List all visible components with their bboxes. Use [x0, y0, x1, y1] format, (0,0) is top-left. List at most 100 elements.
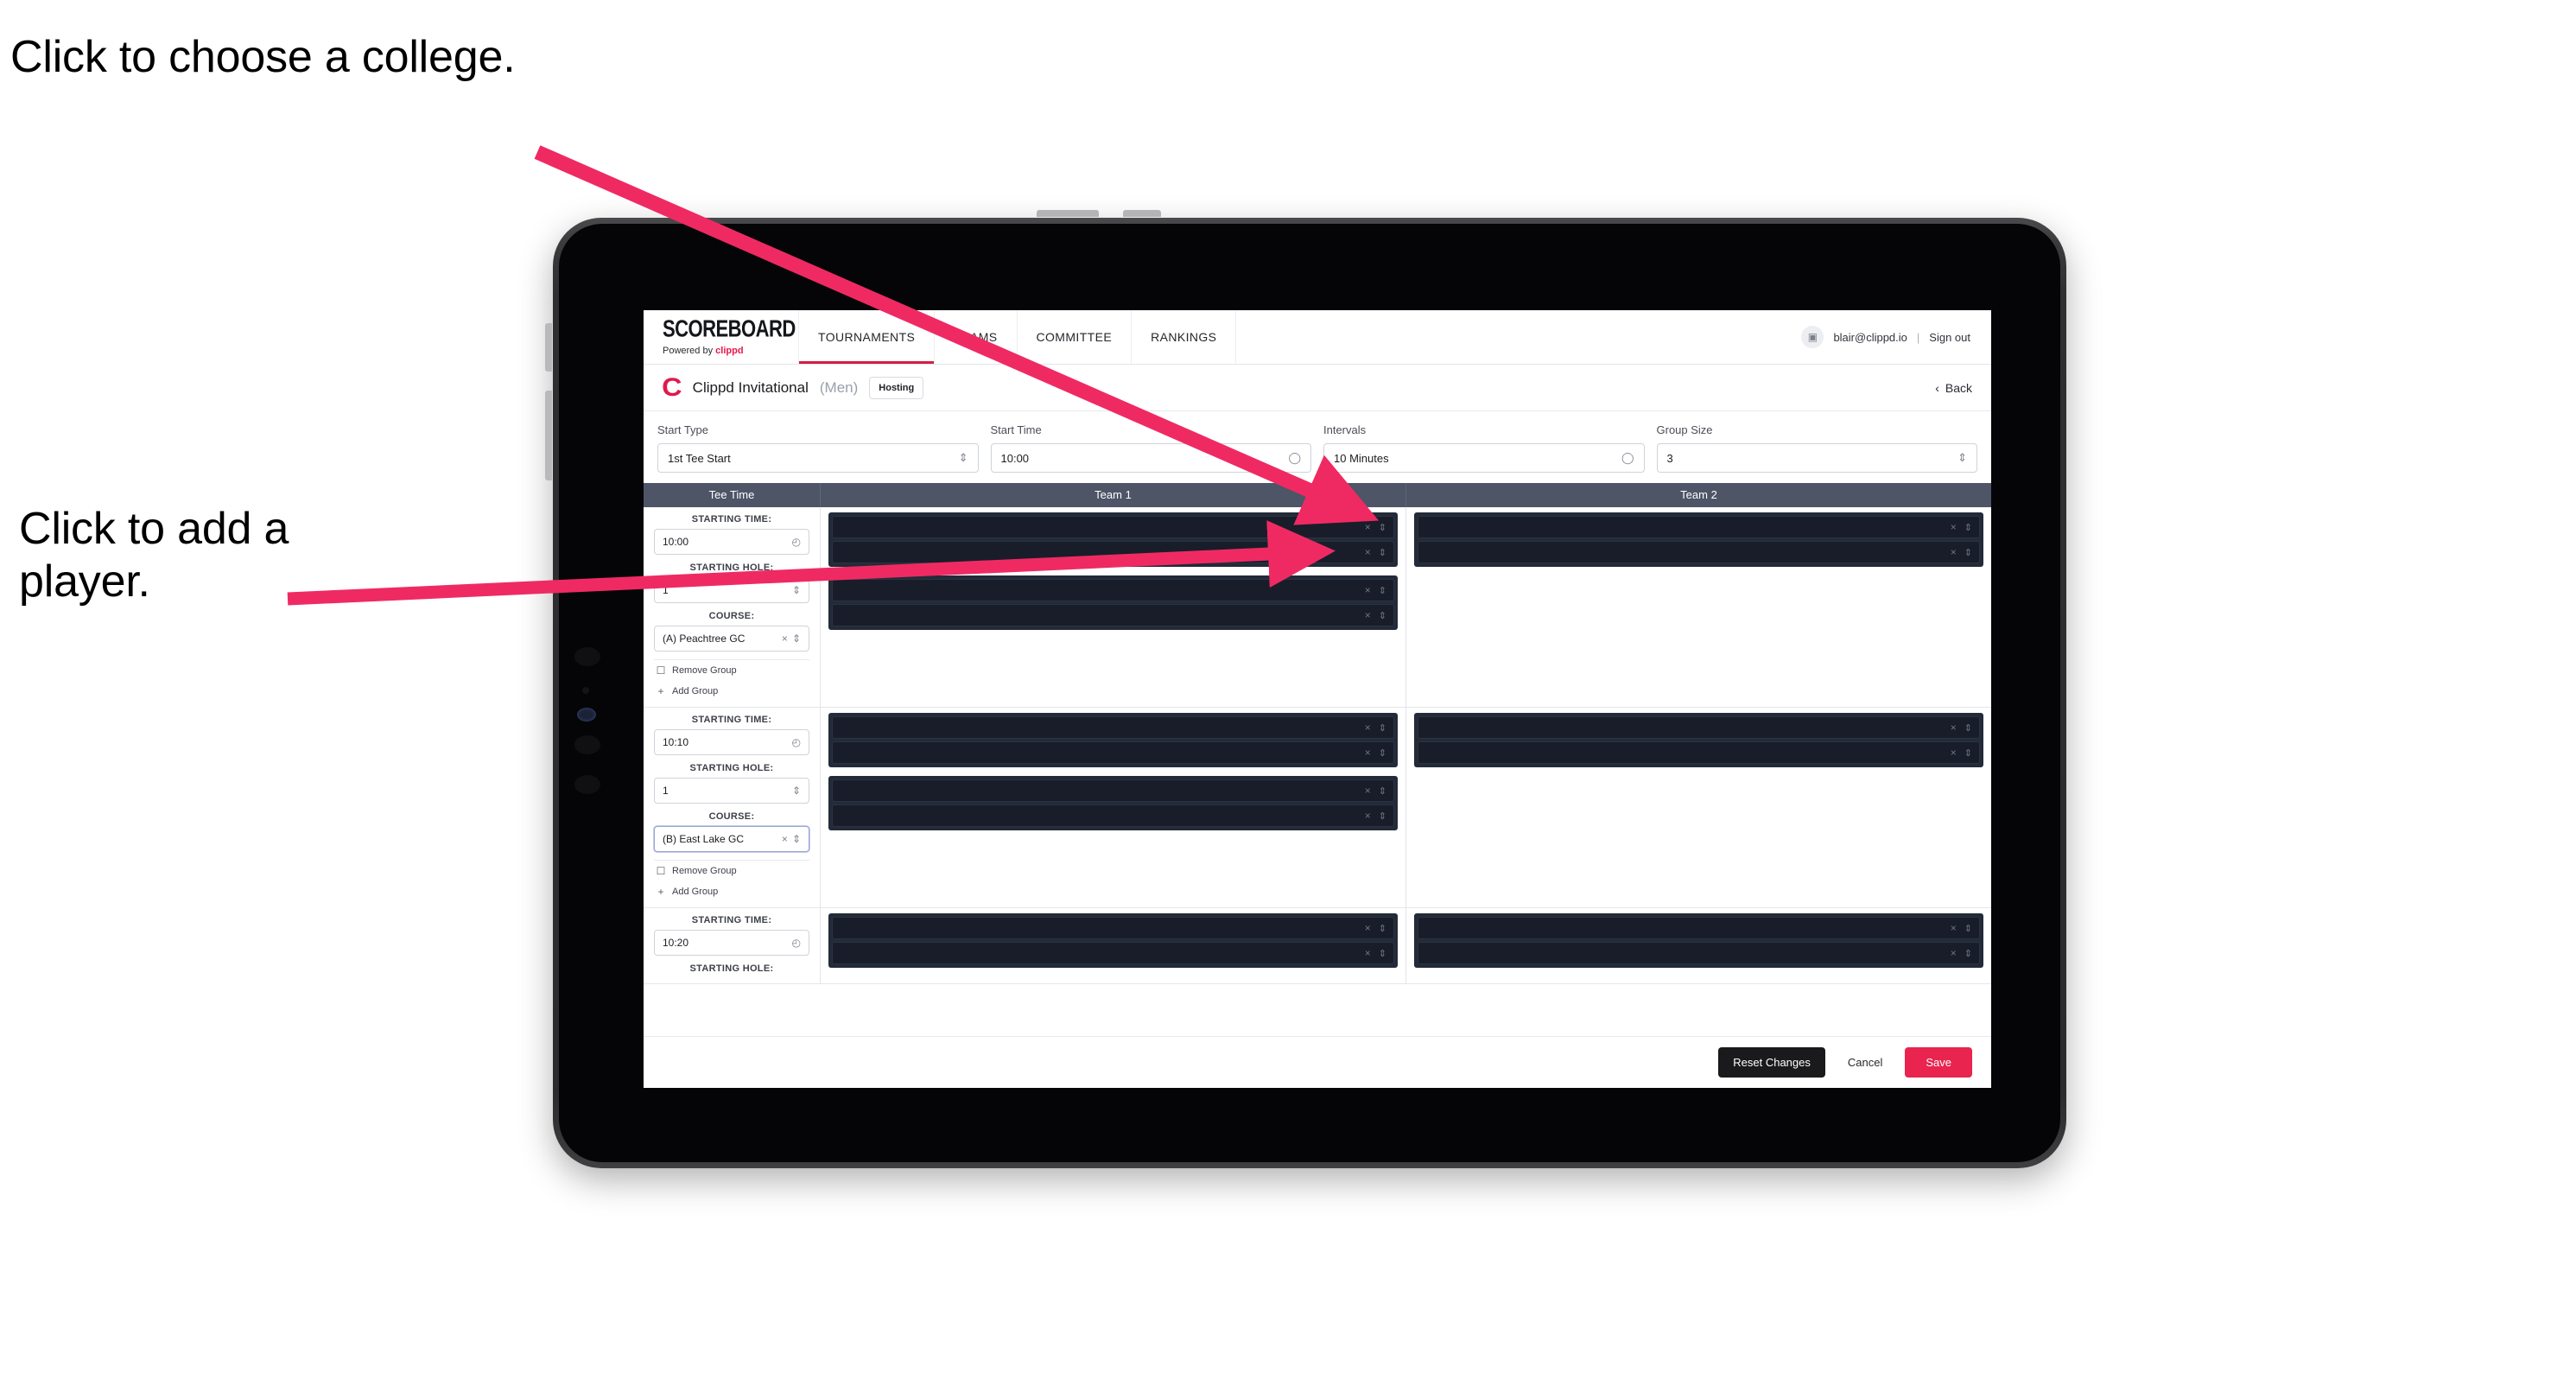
clear-icon[interactable]: × — [782, 833, 788, 845]
stepper-icon[interactable]: ⇕ — [1379, 747, 1386, 759]
nav-tab-committee[interactable]: COMMITTEE — [1018, 310, 1133, 364]
player-slot-row[interactable]: × ⇕ — [832, 942, 1394, 964]
stepper-icon[interactable]: ⇕ — [1379, 923, 1386, 934]
clear-icon[interactable]: × — [782, 633, 788, 645]
starting-time-input[interactable]: 10:00 ◴ — [654, 529, 809, 555]
starting-hole-input[interactable]: 1 ⇕ — [654, 778, 809, 804]
stepper-icon[interactable]: ⇕ — [792, 584, 801, 596]
tablet-top-button-power[interactable] — [1037, 210, 1099, 217]
player-slot-row[interactable]: × ⇕ — [832, 604, 1394, 626]
player-slot-row[interactable]: × ⇕ — [1418, 516, 1980, 538]
nav-tab-tournaments[interactable]: TOURNAMENTS — [799, 310, 936, 364]
player-slot-row[interactable]: × ⇕ — [1418, 541, 1980, 563]
remove-group-button[interactable]: ☐ Remove Group — [654, 659, 809, 681]
stepper-icon[interactable]: ⇕ — [1964, 923, 1972, 934]
stepper-icon[interactable]: ⇕ — [1964, 948, 1972, 959]
clear-icon[interactable]: × — [1365, 922, 1371, 934]
plus-icon: + — [657, 886, 664, 898]
nav-tab-rankings[interactable]: RANKINGS — [1132, 310, 1237, 364]
stepper-icon[interactable]: ⇕ — [1964, 722, 1972, 734]
schedule-settings-row: Start Type 1st Tee Start ⇕ Start Time 10… — [644, 411, 1991, 483]
stepper-icon[interactable]: ⇕ — [1379, 722, 1386, 734]
clear-icon[interactable]: × — [1365, 785, 1371, 797]
player-slot-row[interactable]: × ⇕ — [832, 804, 1394, 827]
stepper-icon[interactable]: ⇕ — [792, 833, 801, 845]
back-button[interactable]: ‹ Back — [1935, 381, 1972, 395]
stepper-icon[interactable]: ⇕ — [1964, 522, 1972, 533]
stepper-icon[interactable]: ⇕ — [1379, 610, 1386, 621]
tablet-side-button-volume-down[interactable] — [545, 391, 552, 480]
stepper-icon[interactable]: ⇕ — [959, 451, 968, 465]
clear-icon[interactable]: × — [1365, 609, 1371, 621]
clear-icon[interactable]: × — [1365, 810, 1371, 822]
stepper-icon[interactable]: ⇕ — [1964, 747, 1972, 759]
tablet-top-button-secondary[interactable] — [1123, 210, 1161, 217]
stepper-icon[interactable]: ⇕ — [792, 633, 801, 645]
group-size-select[interactable]: 3 ⇕ — [1656, 443, 1977, 473]
clock-icon[interactable]: ◴ — [792, 736, 801, 748]
player-slot-row[interactable]: × ⇕ — [1418, 942, 1980, 964]
clear-icon[interactable]: × — [1365, 722, 1371, 734]
player-slot-row[interactable]: × ⇕ — [1418, 741, 1980, 764]
player-group-block: × ⇕ × ⇕ — [828, 913, 1398, 968]
stepper-icon[interactable]: ⇕ — [1957, 451, 1967, 465]
player-slot-row[interactable]: × ⇕ — [832, 541, 1394, 563]
clear-icon[interactable]: × — [1951, 521, 1957, 533]
course-select[interactable]: (A) Peachtree GC × ⇕ — [654, 626, 809, 652]
player-slot-row[interactable]: × ⇕ — [832, 579, 1394, 601]
player-slot-row[interactable]: × ⇕ — [832, 516, 1394, 538]
stepper-icon[interactable]: ⇕ — [1379, 585, 1386, 596]
add-group-button-label: Add Group — [672, 686, 719, 696]
remove-group-button[interactable]: ☐ Remove Group — [654, 860, 809, 881]
player-slot-row[interactable]: × ⇕ — [832, 779, 1394, 802]
web-app-viewport: SCOREBOARD Powered by clippd TOURNAMENTS… — [644, 310, 1991, 1088]
sign-out-link[interactable]: Sign out — [1929, 331, 1970, 344]
stepper-icon[interactable]: ⇕ — [1379, 785, 1386, 797]
stepper-icon[interactable]: ⇕ — [1379, 811, 1386, 822]
player-slot-row[interactable]: × ⇕ — [832, 741, 1394, 764]
player-slot-row[interactable]: × ⇕ — [832, 917, 1394, 939]
clear-icon[interactable]: × — [1365, 947, 1371, 959]
nav-tab-teams[interactable]: TEAMS — [935, 310, 1018, 364]
reset-changes-button[interactable]: Reset Changes — [1718, 1047, 1825, 1078]
stepper-icon[interactable]: ⇕ — [1379, 948, 1386, 959]
start-type-select[interactable]: 1st Tee Start ⇕ — [657, 443, 979, 473]
player-slot-row[interactable]: × ⇕ — [832, 716, 1394, 739]
cancel-button[interactable]: Cancel — [1843, 1047, 1888, 1078]
field-group-size: Group Size 3 ⇕ — [1656, 423, 1977, 473]
player-slot-row[interactable]: × ⇕ — [1418, 917, 1980, 939]
course-select[interactable]: (B) East Lake GC × ⇕ — [654, 826, 809, 852]
clear-icon[interactable]: × — [1365, 747, 1371, 759]
player-slot-row[interactable]: × ⇕ — [1418, 716, 1980, 739]
clock-icon[interactable]: ◯ — [1621, 451, 1634, 465]
starting-time-input[interactable]: 10:20 ◴ — [654, 930, 809, 956]
team-2-cell: × ⇕ × ⇕ — [1406, 908, 1991, 983]
clear-icon[interactable]: × — [1951, 747, 1957, 759]
stepper-icon[interactable]: ⇕ — [1964, 547, 1972, 558]
start-time-input[interactable]: 10:00 ◯ — [990, 443, 1311, 473]
clear-icon[interactable]: × — [1951, 546, 1957, 558]
starting-time-input[interactable]: 10:10 ◴ — [654, 729, 809, 755]
clear-icon[interactable]: × — [1951, 722, 1957, 734]
starting-hole-input[interactable]: 1 ⇕ — [654, 577, 809, 603]
starting-time-label: STARTING TIME: — [691, 915, 772, 925]
user-avatar[interactable]: ▣ — [1801, 326, 1824, 348]
clear-icon[interactable]: × — [1951, 922, 1957, 934]
clear-icon[interactable]: × — [1951, 947, 1957, 959]
clear-icon[interactable]: × — [1365, 546, 1371, 558]
clock-icon[interactable]: ◴ — [792, 536, 801, 548]
team-2-cell: × ⇕ × ⇕ — [1406, 708, 1991, 907]
clock-icon[interactable]: ◯ — [1288, 451, 1301, 465]
save-button[interactable]: Save — [1905, 1047, 1972, 1078]
add-group-button[interactable]: + Add Group — [654, 881, 809, 902]
stepper-icon[interactable]: ⇕ — [1379, 547, 1386, 558]
tablet-side-button-volume-up[interactable] — [545, 323, 552, 372]
brand-logo[interactable]: SCOREBOARD Powered by clippd — [644, 310, 799, 364]
stepper-icon[interactable]: ⇕ — [792, 785, 801, 797]
clear-icon[interactable]: × — [1365, 521, 1371, 533]
clock-icon[interactable]: ◴ — [792, 937, 801, 949]
stepper-icon[interactable]: ⇕ — [1379, 522, 1386, 533]
clear-icon[interactable]: × — [1365, 584, 1371, 596]
add-group-button[interactable]: + Add Group — [654, 681, 809, 702]
intervals-input[interactable]: 10 Minutes ◯ — [1323, 443, 1645, 473]
